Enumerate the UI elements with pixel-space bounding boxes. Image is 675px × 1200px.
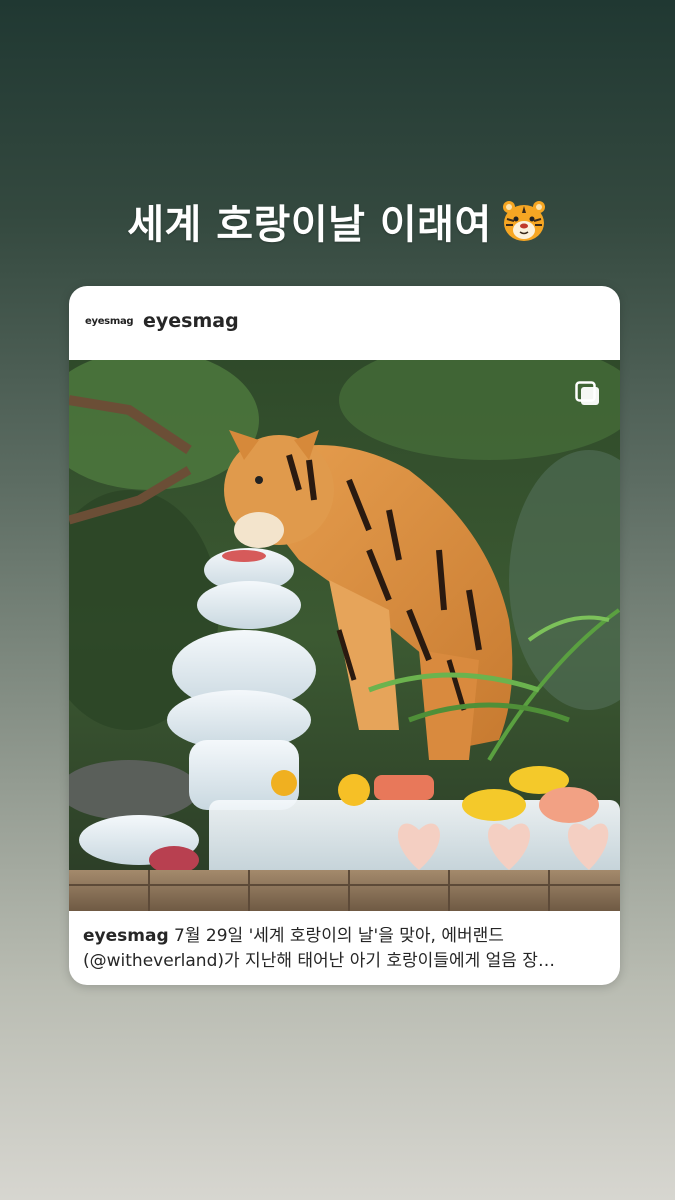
post-username[interactable]: eyesmag <box>143 310 239 332</box>
caption-line-1: eyesmag 7월 29일 '세계 호랑이의 날'을 맞아, 에버랜드 <box>83 924 608 949</box>
caption-line-2: (@witheverland)가 지난해 태어난 아기 호랑이들에게 얼음 장… <box>83 951 555 971</box>
account-logo: eyesmag <box>85 316 134 327</box>
post-photo[interactable] <box>69 360 620 911</box>
multiple-images-icon <box>575 381 599 405</box>
tiger-photo <box>69 360 620 911</box>
post-caption[interactable]: eyesmag 7월 29일 '세계 호랑이의 날'을 맞아, 에버랜드 (@w… <box>83 924 608 974</box>
caption-text-1: 7월 29일 '세계 호랑이의 날'을 맞아, 에버랜드 <box>168 926 504 946</box>
story-caption: 세계 호랑이날 이래여 <box>0 192 675 250</box>
tiger-face-icon <box>502 201 545 241</box>
caption-username[interactable]: eyesmag <box>83 926 169 946</box>
post-header: eyesmag eyesmag <box>69 286 620 360</box>
embedded-post-card[interactable]: eyesmag eyesmag eyesmag 7월 29일 '세계 호랑이의 … <box>69 286 620 985</box>
story-caption-text: 세계 호랑이날 이래여 <box>127 202 492 248</box>
